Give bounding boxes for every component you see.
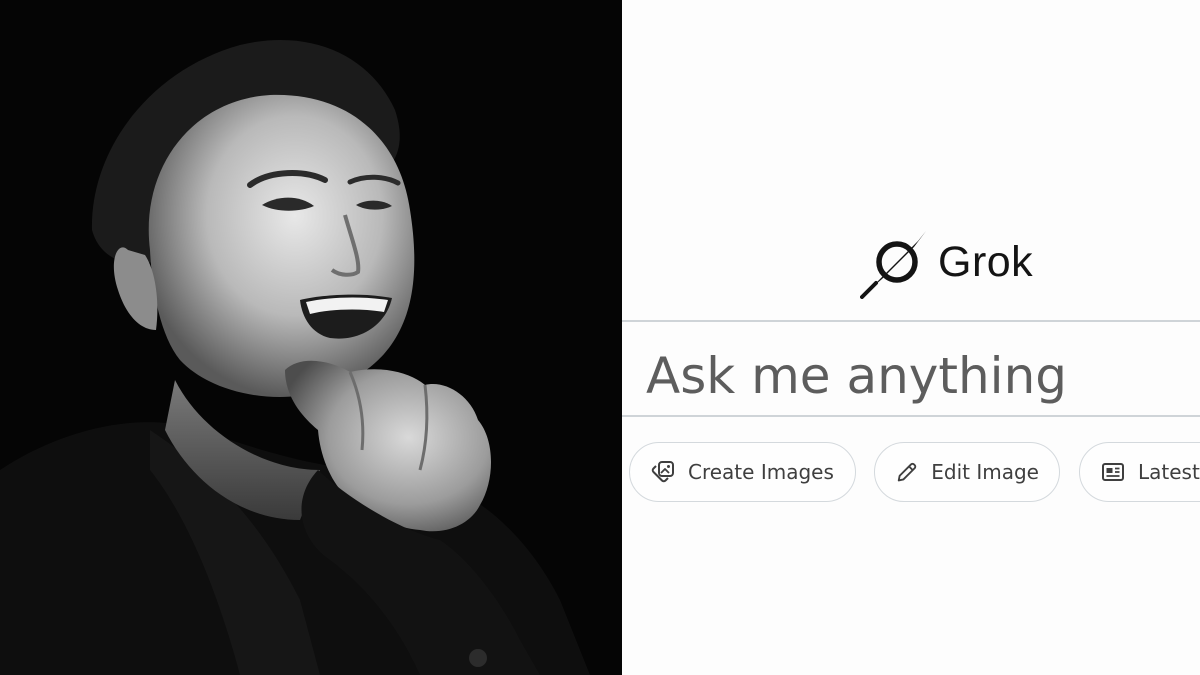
latest-button[interactable]: Latest — [1079, 442, 1200, 502]
input-divider-bottom — [622, 415, 1200, 417]
edit-image-label: Edit Image — [931, 460, 1039, 484]
ask-input[interactable] — [646, 340, 1200, 412]
brand-name: Grok — [938, 237, 1034, 286]
edit-image-button[interactable]: Edit Image — [874, 442, 1060, 502]
create-images-icon — [651, 461, 674, 483]
grok-slash-circle-icon — [860, 231, 926, 299]
grok-panel: Grok Create Images Edit Image — [622, 0, 1200, 675]
latest-label: Latest — [1138, 460, 1200, 484]
pencil-icon — [897, 462, 917, 482]
create-images-label: Create Images — [688, 460, 834, 484]
grok-logo: Grok — [860, 222, 1033, 302]
input-divider-top — [622, 320, 1200, 322]
composite-frame: Grok Create Images Edit Image — [0, 0, 1200, 675]
portrait-illustration — [0, 0, 622, 675]
portrait-photo — [0, 0, 622, 675]
sleeve-button — [469, 649, 487, 667]
newspaper-icon — [1102, 463, 1124, 481]
create-images-button[interactable]: Create Images — [629, 442, 856, 502]
